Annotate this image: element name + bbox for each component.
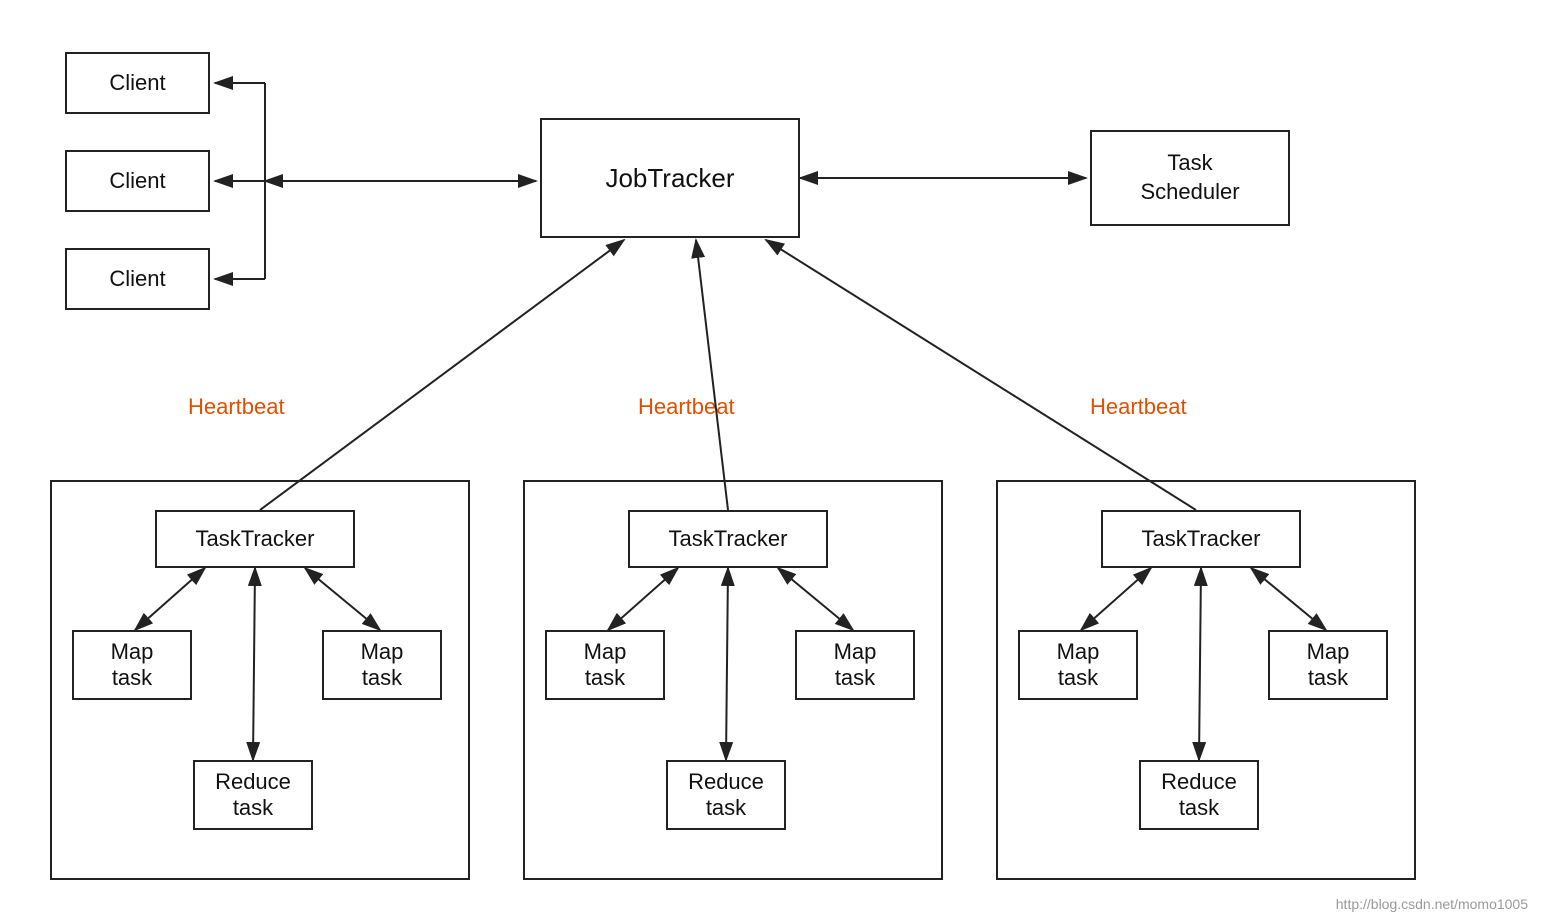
heartbeat-label-1: Heartbeat xyxy=(188,394,285,420)
maptask1a-box: Maptask xyxy=(72,630,192,700)
tasktracker3-box: TaskTracker xyxy=(1101,510,1301,568)
tasktracker2-box: TaskTracker xyxy=(628,510,828,568)
reducetask1-box: Reducetask xyxy=(193,760,313,830)
maptask1b-box: Maptask xyxy=(322,630,442,700)
client1-box: Client xyxy=(65,52,210,114)
jobtracker-box: JobTracker xyxy=(540,118,800,238)
maptask2a-box: Maptask xyxy=(545,630,665,700)
maptask2b-box: Maptask xyxy=(795,630,915,700)
heartbeat-label-3: Heartbeat xyxy=(1090,394,1187,420)
reducetask2-box: Reducetask xyxy=(666,760,786,830)
heartbeat-label-2: Heartbeat xyxy=(638,394,735,420)
taskscheduler-box: TaskScheduler xyxy=(1090,130,1290,226)
tasktracker1-box: TaskTracker xyxy=(155,510,355,568)
diagram: Client Client Client JobTracker TaskSche… xyxy=(0,0,1548,924)
reducetask3-box: Reducetask xyxy=(1139,760,1259,830)
watermark: http://blog.csdn.net/momo1005 xyxy=(1336,896,1528,912)
client2-box: Client xyxy=(65,150,210,212)
maptask3b-box: Maptask xyxy=(1268,630,1388,700)
maptask3a-box: Maptask xyxy=(1018,630,1138,700)
client3-box: Client xyxy=(65,248,210,310)
